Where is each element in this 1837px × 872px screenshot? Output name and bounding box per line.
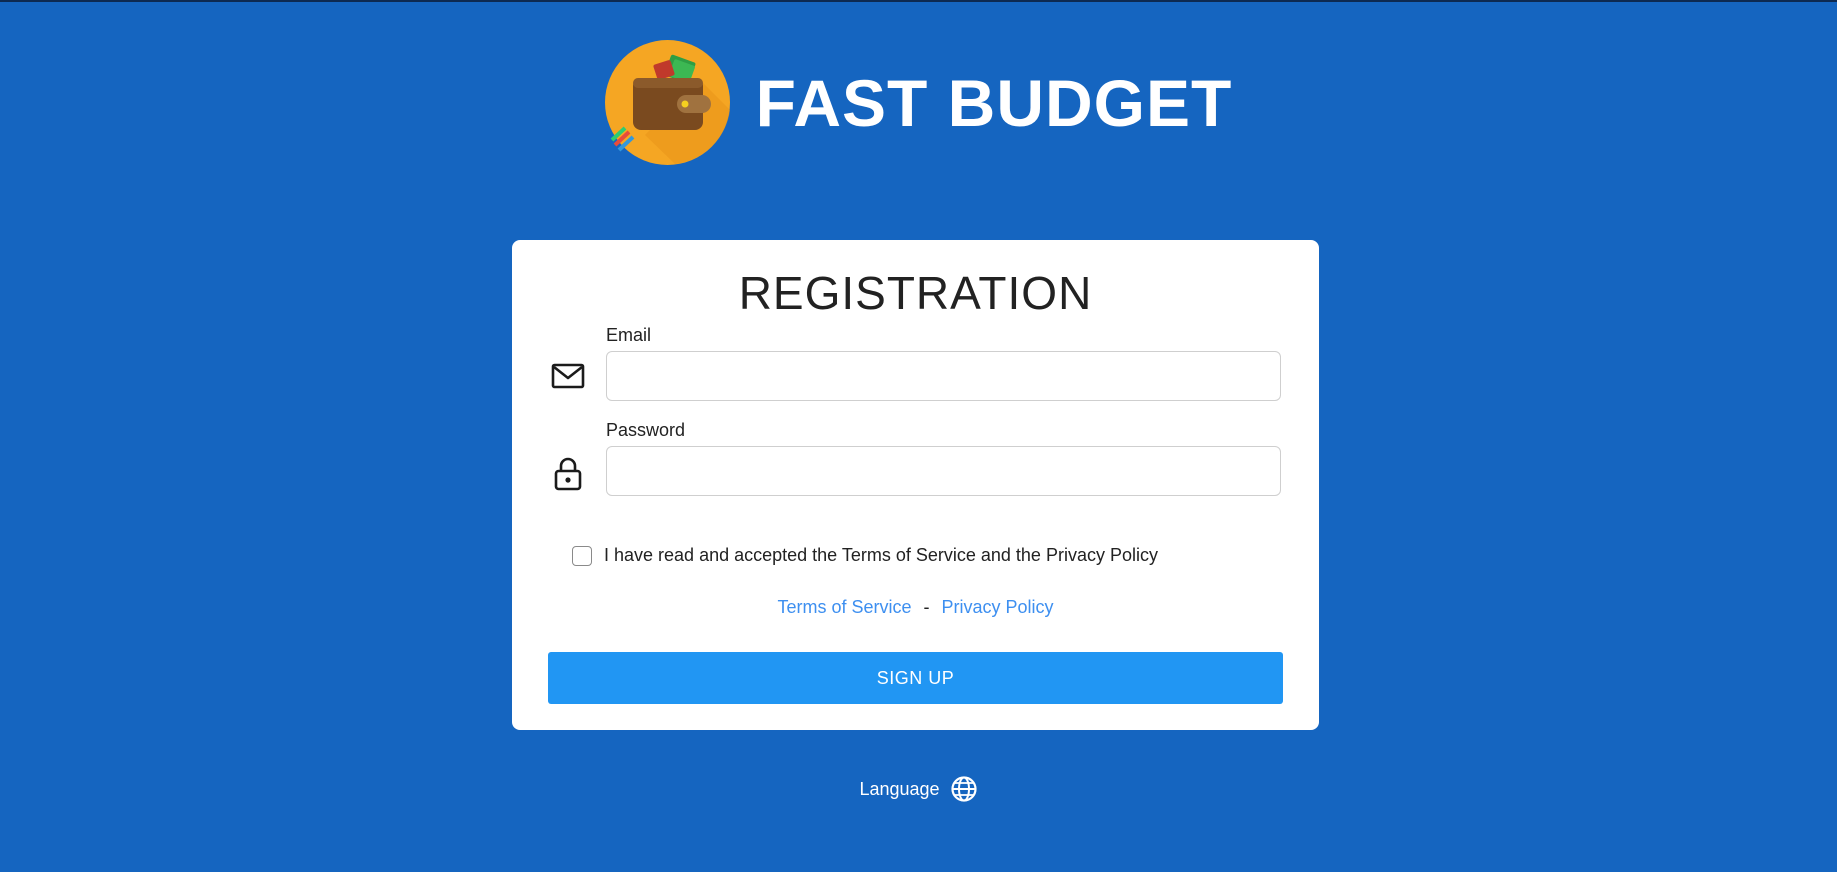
globe-icon[interactable] xyxy=(950,775,978,803)
registration-card: REGISTRATION Email Password I have read … xyxy=(512,240,1319,730)
terms-checkbox-label[interactable]: I have read and accepted the Terms of Se… xyxy=(604,545,1158,566)
lock-icon xyxy=(550,455,586,491)
email-field[interactable] xyxy=(606,351,1281,401)
app-title: FAST BUDGET xyxy=(755,65,1233,140)
terms-checkbox-row: I have read and accepted the Terms of Se… xyxy=(572,545,1158,566)
envelope-icon xyxy=(550,358,586,394)
privacy-policy-link[interactable]: Privacy Policy xyxy=(942,597,1054,617)
sign-up-button[interactable]: SIGN UP xyxy=(548,652,1283,704)
terms-of-service-link[interactable]: Terms of Service xyxy=(777,597,911,617)
password-field[interactable] xyxy=(606,446,1281,496)
window-top-border xyxy=(0,0,1837,2)
email-label: Email xyxy=(606,325,652,345)
password-label: Password xyxy=(606,420,686,440)
terms-checkbox[interactable] xyxy=(572,545,592,566)
language-label[interactable]: Language xyxy=(859,779,939,800)
app-header: FAST BUDGET xyxy=(0,40,1837,165)
links-separator: - xyxy=(923,597,930,617)
legal-links: Terms of Service - Privacy Policy xyxy=(512,597,1319,618)
language-selector[interactable]: Language xyxy=(0,775,1837,803)
form-heading: REGISTRATION xyxy=(738,267,1093,319)
wallet-icon xyxy=(604,40,730,165)
